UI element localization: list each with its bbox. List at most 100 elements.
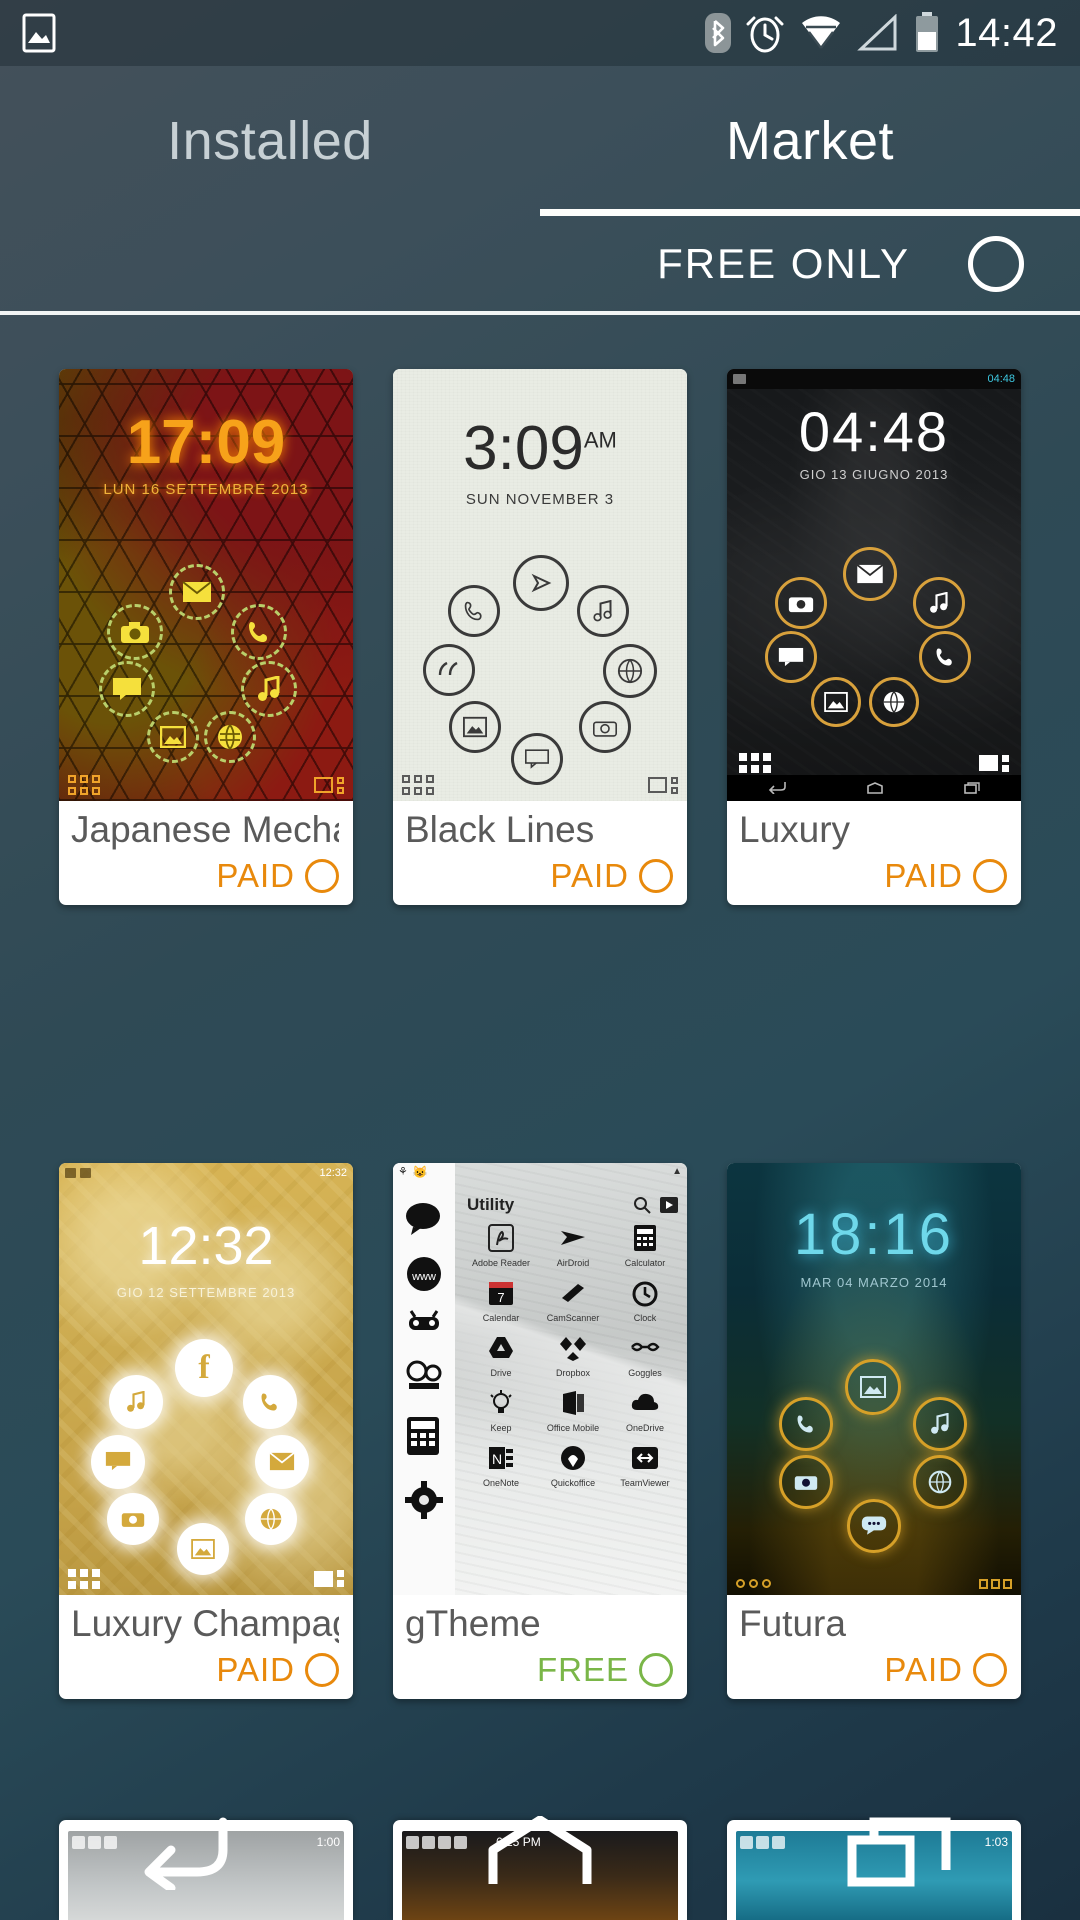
preview-clock-value: 3:09 — [463, 414, 584, 483]
theme-price[interactable]: FREE — [405, 1651, 673, 1699]
theme-preview-luxury-champagne: 12:32 12:32 GIO 12 SETTEMBRE 2013 f — [59, 1162, 353, 1595]
preview-date: MAR 04 MARZO 2014 — [800, 1274, 948, 1290]
drawer-app[interactable]: AirDroid — [537, 1223, 609, 1268]
theme-price-label: PAID — [216, 1650, 295, 1688]
preview-icon-facebook: f — [175, 1338, 233, 1397]
drawer-app[interactable]: TeamViewer — [609, 1443, 681, 1488]
preview-clock: 18:16 — [793, 1201, 955, 1267]
preview-icon-quote — [423, 644, 475, 696]
preview-icon-phone — [448, 585, 500, 637]
preview-clock-suffix: AM — [583, 427, 617, 453]
drawer-app-label: Quickoffice — [550, 1477, 596, 1488]
drawer-app-label: OneNote — [482, 1477, 520, 1488]
preview-icon-camera — [107, 604, 163, 660]
drawer-app[interactable]: Clock — [609, 1278, 681, 1323]
theme-price-label: FREE — [536, 1650, 629, 1688]
theme-price-ring-icon — [973, 859, 1007, 893]
preview-status-bar: 12:32 — [59, 1163, 353, 1183]
status-clock: 14:42 — [955, 10, 1058, 55]
widgets-icon — [979, 753, 1009, 773]
app-drawer-icon — [68, 1568, 100, 1589]
drawer-app-label: TeamViewer — [620, 1477, 670, 1488]
drawer-app[interactable]: Keep — [465, 1388, 537, 1433]
theme-preview-luxury: 04:48 04:48 GIO 13 GIUGNO 2013 — [727, 369, 1021, 801]
drawer-app[interactable]: Goggles — [609, 1333, 681, 1378]
theme-price-ring-icon — [305, 859, 339, 893]
drawer-app-label: Calculator — [624, 1257, 666, 1268]
preview-status-time: 12:32 — [319, 1166, 347, 1179]
preview-icon-messages — [847, 1498, 901, 1553]
theme-name: Black Lines — [405, 809, 595, 850]
preview-icon-camera — [579, 701, 631, 753]
theme-price[interactable]: PAID — [739, 857, 1007, 905]
theme-name: Luxury Champagne — [71, 1602, 339, 1644]
preview-icon-music — [913, 577, 965, 629]
preview-icon-camera — [779, 1454, 833, 1509]
rail-icon-settings — [405, 1480, 443, 1524]
drawer-app[interactable]: Dropbox — [537, 1333, 609, 1378]
preview-clock: 04:48 — [798, 400, 950, 463]
theme-card[interactable]: 17:09 LUN 16 SETTEMBRE 2013 Japanese Mec… — [59, 369, 353, 905]
theme-preview-black-lines: 3:09AM SUN NOVEMBER 3 — [393, 369, 687, 801]
tab-installed[interactable]: Installed — [0, 66, 540, 216]
back-button[interactable] — [0, 1812, 360, 1920]
preview-icon-phone — [243, 1374, 297, 1429]
drawer-app[interactable]: Adobe Reader — [465, 1223, 537, 1268]
drawer-app[interactable]: N OneNote — [465, 1443, 537, 1488]
free-only-toggle-icon[interactable] — [968, 235, 1024, 292]
app-drawer-icon — [68, 775, 100, 795]
preview-icon-gallery — [147, 711, 199, 763]
preview-icon-messages — [99, 661, 155, 717]
theme-card[interactable]: ⚘ 😺 ▲ www Utility Adobe Reader AirDroid … — [393, 1162, 687, 1699]
tab-market-label: Market — [725, 111, 895, 171]
preview-icon-browser — [204, 711, 256, 763]
preview-dock — [727, 1578, 1021, 1589]
preview-icon-music — [577, 585, 629, 637]
free-only-label: FREE ONLY — [657, 239, 910, 287]
home-button[interactable] — [360, 1812, 720, 1920]
widgets-icon — [314, 775, 344, 795]
drawer-app[interactable]: Office Mobile — [537, 1388, 609, 1433]
theme-price[interactable]: PAID — [71, 1651, 339, 1699]
alarm-icon — [745, 12, 785, 54]
theme-card[interactable]: 18:16 MAR 04 MARZO 2014 Futura PAID — [727, 1162, 1021, 1699]
theme-price-ring-icon — [305, 1652, 339, 1687]
theme-grid: 17:09 LUN 16 SETTEMBRE 2013 Japanese Mec… — [0, 319, 1080, 1920]
preview-icon-mail — [843, 547, 897, 601]
drawer-app-label: Drive — [490, 1367, 512, 1378]
free-only-filter-row[interactable]: FREE ONLY — [0, 216, 1080, 315]
drawer-app-label: Clock — [633, 1312, 657, 1323]
preview-icon-play — [513, 555, 569, 611]
drawer-app[interactable]: 7 Calendar — [465, 1278, 537, 1323]
drawer-app[interactable]: Drive — [465, 1333, 537, 1378]
preview-icon-phone — [919, 631, 971, 683]
theme-card[interactable]: 12:32 12:32 GIO 12 SETTEMBRE 2013 f Luxu… — [59, 1162, 353, 1699]
status-bar: 14:42 — [0, 0, 1080, 66]
tab-market[interactable]: Market — [540, 66, 1080, 216]
home-icon — [867, 782, 883, 794]
app-drawer-icon — [402, 775, 434, 795]
preview-icon-messages — [91, 1434, 145, 1489]
widgets-icon — [314, 1569, 344, 1589]
theme-price-ring-icon — [639, 859, 673, 893]
recents-button[interactable] — [720, 1812, 1080, 1920]
preview-dock — [727, 753, 1021, 773]
preview-icon-gallery — [811, 677, 861, 727]
svg-text:www: www — [411, 1271, 436, 1283]
search-icon — [634, 1196, 651, 1214]
drawer-app[interactable]: Calculator — [609, 1223, 681, 1268]
drawer-app[interactable]: CamScanner — [537, 1278, 609, 1323]
drawer-app[interactable]: Quickoffice — [537, 1443, 609, 1488]
preview-status-bar: 04:48 — [727, 369, 1021, 389]
preview-icon-phone — [231, 604, 287, 660]
theme-price[interactable]: PAID — [405, 857, 673, 905]
drawer-app[interactable]: OneDrive — [609, 1388, 681, 1433]
theme-preview-futura: 18:16 MAR 04 MARZO 2014 — [727, 1162, 1021, 1595]
theme-card[interactable]: 04:48 04:48 GIO 13 GIUGNO 2013 Luxury PA… — [727, 369, 1021, 905]
theme-card[interactable]: 3:09AM SUN NOVEMBER 3 Black Lines PAID — [393, 369, 687, 905]
system-nav-bar — [0, 1812, 1080, 1920]
theme-price[interactable]: PAID — [71, 857, 339, 905]
theme-preview-japanese-mecha: 17:09 LUN 16 SETTEMBRE 2013 — [59, 369, 353, 801]
preview-icon-gallery — [449, 701, 501, 753]
theme-price[interactable]: PAID — [739, 1651, 1007, 1699]
